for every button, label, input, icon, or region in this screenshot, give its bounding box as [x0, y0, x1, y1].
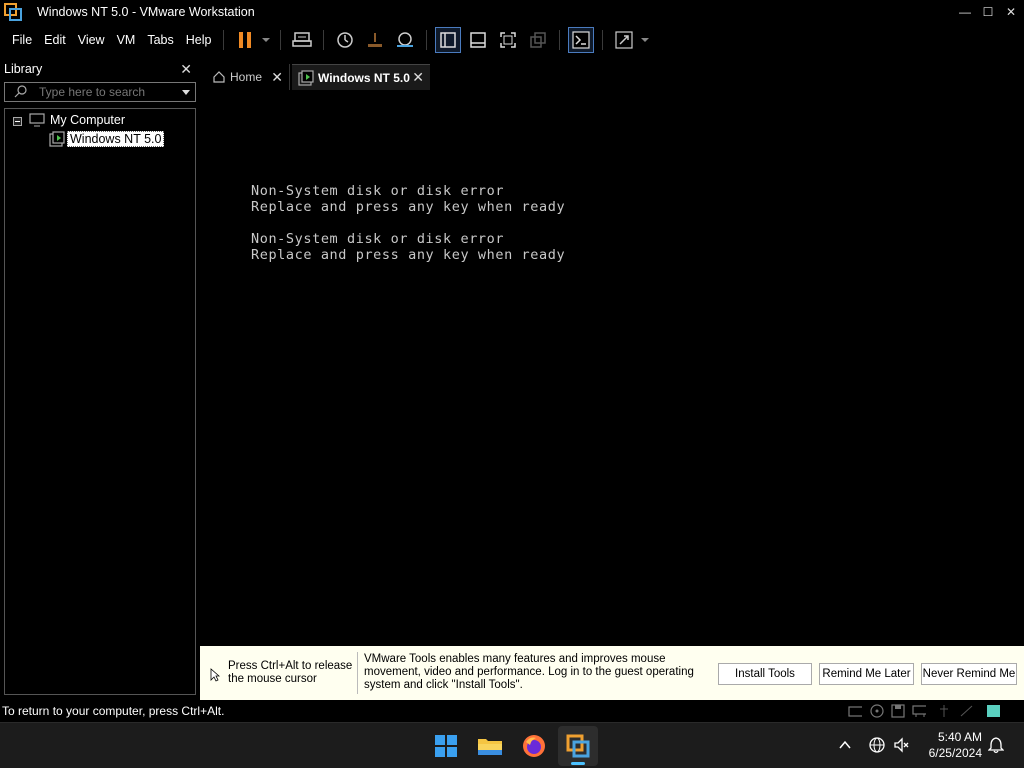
toolbar-divider — [559, 30, 561, 50]
close-library-icon[interactable]: ✕ — [180, 61, 192, 78]
window-title: Windows NT 5.0 - VMware Workstation — [37, 5, 255, 19]
status-text: To return to your computer, press Ctrl+A… — [2, 704, 225, 718]
tab-windows-nt[interactable]: Windows NT 5.0 ✕ — [292, 64, 430, 90]
never-remind-button[interactable]: Never Remind Me — [921, 663, 1017, 685]
snapshot-manager-icon[interactable] — [392, 27, 418, 53]
windows-taskbar: 5:40 AM 6/25/2024 — [0, 722, 1024, 768]
menu-view[interactable]: View — [72, 24, 111, 56]
snapshot-icon[interactable] — [332, 27, 358, 53]
tree-item-label: My Computer — [50, 113, 126, 127]
active-app-indicator — [571, 762, 585, 765]
menu-file[interactable]: File — [6, 24, 38, 56]
menu-edit[interactable]: Edit — [38, 24, 72, 56]
toolbar-divider — [223, 30, 225, 50]
unity-icon[interactable] — [525, 27, 551, 53]
close-window-button[interactable]: ✕ — [998, 0, 1024, 24]
toolbar-divider — [426, 30, 428, 50]
vmware-tools-infobar: Press Ctrl+Alt to release the mouse curs… — [200, 646, 1024, 700]
network-adapter-icon[interactable] — [912, 704, 926, 718]
remind-me-later-button[interactable]: Remind Me Later — [819, 663, 914, 685]
vmware-icon[interactable] — [558, 726, 598, 766]
menu-toolbar: File Edit View VM Tabs Help — [0, 24, 1024, 56]
message-log-icon[interactable] — [986, 704, 1000, 718]
chevron-up-icon[interactable] — [838, 738, 852, 752]
tools-message: VMware Tools enables many features and i… — [364, 653, 694, 691]
floppy-icon[interactable] — [891, 704, 905, 718]
pause-icon[interactable] — [232, 27, 258, 53]
cd-dvd-icon[interactable] — [870, 704, 884, 718]
vm-icon — [298, 69, 314, 86]
tree-item-vm[interactable]: Windows NT 5.0 — [49, 131, 165, 147]
tab-home[interactable]: Home ✕ — [206, 64, 290, 90]
system-clock[interactable]: 5:40 AM 6/25/2024 — [918, 729, 982, 761]
stretch-guest-icon[interactable] — [611, 27, 637, 53]
vm-icon — [49, 131, 65, 147]
vm-console-screen[interactable]: Non-System disk or disk error Replace an… — [202, 94, 1022, 644]
release-cursor-hint: Press Ctrl+Alt to release the mouse curs… — [228, 660, 353, 685]
hard-disk-icon[interactable] — [848, 704, 862, 718]
close-tab-icon[interactable]: ✕ — [271, 69, 283, 86]
menu-help[interactable]: Help — [180, 24, 218, 56]
console-line: Non-System disk or disk error — [251, 231, 505, 247]
stretch-dropdown-caret[interactable] — [641, 38, 650, 42]
tree-item-my-computer[interactable]: My Computer — [29, 113, 125, 127]
thumbnail-bar-icon[interactable] — [465, 27, 491, 53]
chevron-down-icon[interactable] — [181, 89, 191, 97]
menu-vm[interactable]: VM — [111, 24, 142, 56]
clock-date: 6/25/2024 — [928, 746, 982, 760]
send-ctrl-alt-del-icon[interactable] — [289, 27, 315, 53]
title-bar: Windows NT 5.0 - VMware Workstation — ☐ … — [0, 0, 1024, 24]
revert-snapshot-icon[interactable] — [362, 27, 388, 53]
usb-icon[interactable] — [938, 704, 952, 718]
volume-muted-icon[interactable] — [893, 736, 911, 754]
file-explorer-icon[interactable] — [470, 726, 510, 766]
clock-time: 5:40 AM — [937, 730, 982, 744]
power-dropdown-caret[interactable] — [262, 38, 271, 42]
library-search-box[interactable] — [4, 82, 196, 102]
console-line: Replace and press any key when ready — [251, 199, 566, 215]
library-view-icon[interactable] — [435, 27, 462, 53]
library-panel: Library ✕ My Computer Windows NT 5.0 — [0, 58, 200, 700]
search-icon — [14, 85, 27, 98]
toolbar-divider — [602, 30, 604, 50]
globe-icon[interactable] — [868, 736, 886, 754]
tab-label: Home — [230, 70, 263, 84]
tree-item-label: Windows NT 5.0 — [67, 131, 165, 147]
full-screen-icon[interactable] — [495, 27, 521, 53]
home-icon — [213, 71, 225, 83]
console-view-icon[interactable] — [568, 27, 595, 53]
windows-start-icon[interactable] — [426, 726, 466, 766]
mouse-cursor-icon — [210, 668, 220, 682]
console-line: Replace and press any key when ready — [251, 247, 566, 263]
library-header: Library ✕ — [0, 58, 200, 80]
firefox-icon[interactable] — [514, 726, 554, 766]
infobar-divider — [357, 652, 358, 694]
console-line: Non-System disk or disk error — [251, 183, 505, 199]
search-input[interactable] — [39, 85, 179, 99]
notification-bell-icon[interactable] — [988, 736, 1004, 754]
menu-tabs[interactable]: Tabs — [141, 24, 179, 56]
toolbar-divider — [323, 30, 325, 50]
close-tab-icon[interactable]: ✕ — [412, 69, 424, 86]
library-tree: My Computer Windows NT 5.0 — [4, 108, 196, 695]
library-title: Library — [4, 62, 43, 76]
computer-icon — [29, 113, 45, 127]
collapse-toggle-icon[interactable] — [13, 117, 22, 126]
status-bar: To return to your computer, press Ctrl+A… — [0, 700, 1024, 722]
tab-label: Windows NT 5.0 — [318, 70, 410, 85]
sound-icon[interactable] — [960, 704, 974, 718]
toolbar-divider — [280, 30, 282, 50]
tab-strip: Home ✕ Windows NT 5.0 ✕ — [200, 58, 1024, 94]
vmware-app-icon — [4, 3, 22, 21]
install-tools-button[interactable]: Install Tools — [718, 663, 812, 685]
